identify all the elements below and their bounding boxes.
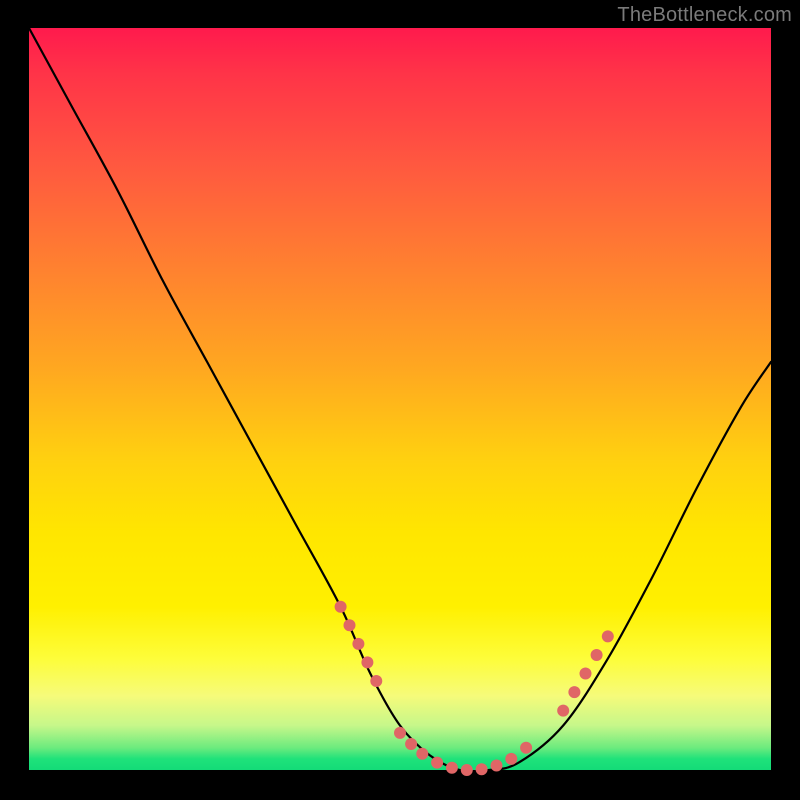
highlight-dot: [568, 686, 580, 698]
highlight-dot: [394, 727, 406, 739]
highlight-dots: [335, 601, 614, 776]
highlight-dot: [352, 638, 364, 650]
watermark-text: TheBottleneck.com: [617, 4, 792, 27]
highlight-dot: [602, 630, 614, 642]
highlight-dot: [505, 753, 517, 765]
chart-frame: TheBottleneck.com: [0, 0, 800, 800]
highlight-dot: [476, 763, 488, 775]
bottleneck-curve-svg: [29, 28, 771, 770]
highlight-dot: [461, 764, 473, 776]
highlight-dot: [446, 762, 458, 774]
highlight-dot: [557, 705, 569, 717]
highlight-dot: [591, 649, 603, 661]
highlight-dot: [344, 619, 356, 631]
highlight-dot: [370, 675, 382, 687]
highlight-dot: [335, 601, 347, 613]
highlight-dot: [431, 757, 443, 769]
highlight-dot: [416, 748, 428, 760]
plot-area: [29, 28, 771, 770]
highlight-dot: [405, 738, 417, 750]
highlight-dot: [580, 668, 592, 680]
highlight-dot: [491, 760, 503, 772]
bottleneck-curve: [29, 28, 771, 771]
highlight-dot: [520, 742, 532, 754]
highlight-dot: [361, 656, 373, 668]
curve-line: [29, 28, 771, 771]
